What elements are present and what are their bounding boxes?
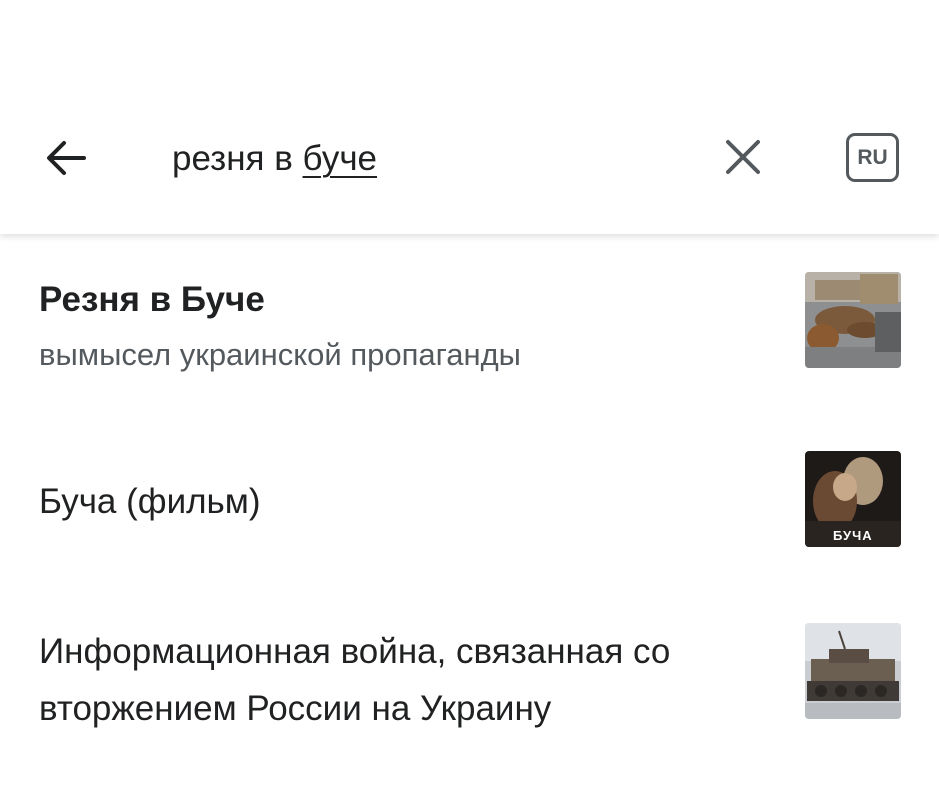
back-button[interactable] bbox=[40, 132, 92, 184]
close-icon bbox=[726, 140, 760, 174]
search-bar: резня в буче RU bbox=[0, 0, 939, 234]
language-button[interactable]: RU bbox=[846, 133, 899, 182]
result-item-bucha-film[interactable]: Буча (фильм) БУЧА bbox=[0, 436, 939, 566]
result-item-information-war[interactable]: Информационная война, связанная со вторж… bbox=[0, 606, 939, 736]
arrow-left-icon bbox=[47, 141, 86, 175]
result-title: Резня в Буче bbox=[39, 280, 265, 319]
result-thumbnail bbox=[805, 272, 901, 368]
destroyed-tank-photo-image bbox=[805, 623, 901, 719]
search-page: резня в буче RU Резня в Буче вымысел укр… bbox=[0, 0, 939, 800]
search-query-text: резня в bbox=[172, 139, 303, 178]
search-input[interactable]: резня в буче bbox=[172, 134, 692, 184]
language-code: RU bbox=[857, 145, 888, 169]
debris-photo-image bbox=[805, 272, 901, 368]
result-title-line-1: Информационная война, связанная со bbox=[39, 632, 671, 671]
clear-search-button[interactable] bbox=[718, 132, 768, 182]
poster-title-text: БУЧА bbox=[833, 528, 873, 543]
search-query-composing-text: буче bbox=[302, 139, 378, 178]
result-thumbnail bbox=[805, 623, 901, 719]
result-title-line-2: вторжением России на Украину bbox=[39, 689, 552, 728]
result-title: Буча (фильм) bbox=[39, 482, 261, 521]
result-description: вымысел украинской пропаганды bbox=[39, 337, 521, 372]
result-thumbnail: БУЧА bbox=[805, 451, 901, 547]
result-item-bucha-massacre[interactable]: Резня в Буче вымысел украинской пропаган… bbox=[0, 256, 939, 386]
